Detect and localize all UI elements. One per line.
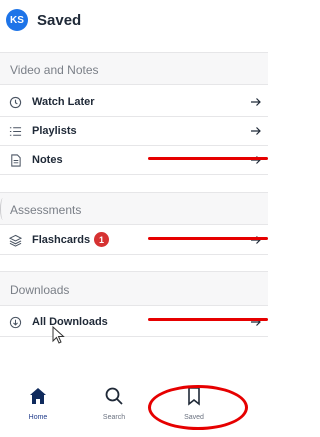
page-title: Saved	[37, 12, 82, 29]
item-label: Watch Later	[32, 96, 95, 108]
stack-icon	[9, 234, 22, 247]
mouse-cursor-icon	[52, 326, 65, 344]
item-label: All Downloads	[32, 316, 108, 328]
app-header: KS Saved	[0, 0, 268, 44]
annotation-line-flashcards	[148, 237, 268, 240]
list-icon	[9, 127, 22, 136]
tab-home[interactable]: Home	[8, 386, 68, 426]
arrow-right-icon	[251, 156, 261, 164]
flashcards-item[interactable]: Flashcards 1	[0, 226, 268, 255]
item-label: Flashcards	[32, 234, 91, 246]
annotation-line-downloads	[148, 318, 268, 321]
tab-search[interactable]: Search	[84, 386, 144, 426]
home-icon	[30, 388, 46, 404]
section-title: Video and Notes	[10, 63, 99, 77]
notification-badge: 1	[94, 232, 109, 247]
annotation-line-notes	[148, 157, 268, 160]
annotation-oval	[148, 385, 248, 430]
item-label: Playlists	[32, 125, 77, 137]
clock-icon	[9, 96, 22, 109]
document-icon	[11, 154, 21, 167]
arrow-right-icon	[251, 127, 261, 135]
section-header-downloads: Downloads	[0, 271, 268, 306]
avatar[interactable]: KS	[6, 9, 28, 31]
section-title: Assessments	[10, 203, 82, 217]
section-header-assessments: Assessments	[0, 192, 268, 225]
download-circle-icon	[9, 316, 22, 329]
arrow-right-icon	[251, 236, 261, 244]
tab-label: Search	[102, 414, 126, 421]
search-icon	[105, 387, 123, 405]
item-label: Notes	[32, 154, 63, 166]
watch-later-item[interactable]: Watch Later	[0, 88, 268, 117]
section-title: Downloads	[10, 283, 70, 297]
arrow-right-icon	[251, 98, 261, 106]
section-header-video-notes: Video and Notes	[0, 52, 268, 85]
playlists-item[interactable]: Playlists	[0, 117, 268, 146]
all-downloads-item[interactable]: All Downloads	[0, 308, 268, 337]
tab-label: Home	[28, 414, 48, 421]
notes-item[interactable]: Notes	[0, 146, 268, 175]
edge-marker	[0, 198, 6, 220]
